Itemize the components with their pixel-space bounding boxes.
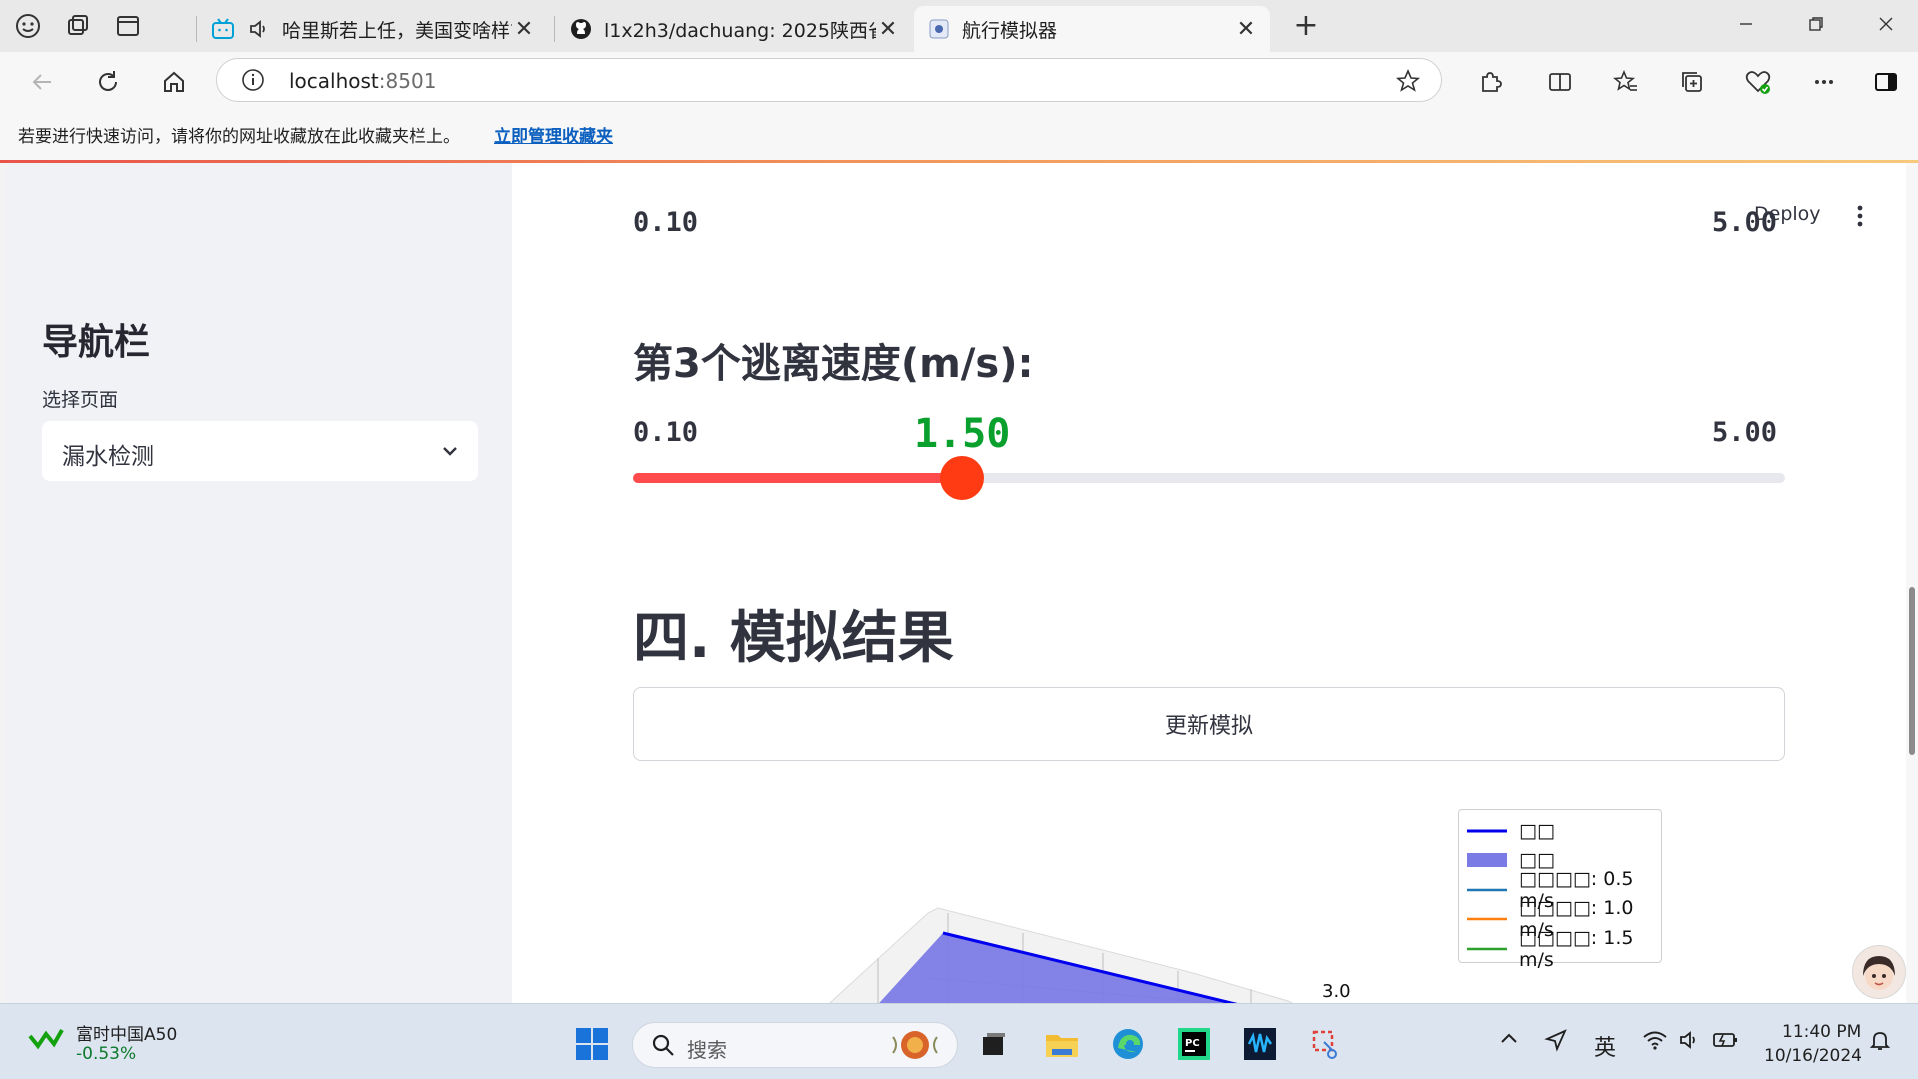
battery-icon[interactable]	[1712, 1028, 1740, 1058]
legend-item: □□□□: 1.5 m/s	[1467, 927, 1653, 971]
split-screen-icon[interactable]	[1540, 62, 1580, 102]
tab-title: l1x2h3/dachuang: 2025陕西省大创	[604, 19, 876, 42]
extensions-icon[interactable]	[1470, 62, 1510, 102]
search-icon	[651, 1033, 675, 1061]
address-bar[interactable]: localhost:8501	[216, 58, 1442, 102]
stock-widget-name[interactable]: 富时中国A50	[76, 1020, 177, 1045]
search-placeholder: 搜索	[687, 1038, 727, 1062]
page-select[interactable]: 漏水检测	[42, 421, 478, 481]
search-highlight-icon	[887, 1027, 947, 1067]
close-tab-icon[interactable]: ✕	[876, 17, 900, 42]
legend-item: □□	[1467, 816, 1653, 846]
profile-icon[interactable]	[14, 12, 42, 40]
browser-titlebar: 哈里斯若上任，美国变啥样? ✕ l1x2h3/dachuang: 2025陕西省…	[0, 0, 1918, 52]
page-select-value: 漏水检测	[62, 444, 154, 470]
bilibili-icon	[210, 16, 236, 42]
plot-legend: □□ □□ □□□□: 0.5 m/s □□□□: 1.0 m/s □□□□: …	[1458, 809, 1662, 971]
minimize-icon[interactable]	[1716, 8, 1776, 44]
restore-icon[interactable]	[1786, 8, 1846, 44]
manage-favorites-link[interactable]: 立即管理收藏夹	[494, 122, 613, 147]
escape-speed-3-label: 第3个逃离速度(m/s):	[633, 341, 1034, 387]
sidebar-toggle-icon[interactable]	[1866, 62, 1906, 102]
prev-slider-min: 0.10	[633, 207, 699, 238]
close-tab-icon[interactable]: ✕	[512, 17, 536, 42]
slider-max: 5.00	[1712, 417, 1778, 448]
speaker-icon[interactable]	[246, 16, 272, 42]
clock-time[interactable]: 11:40 PM	[1782, 1022, 1861, 1042]
edge-browser-icon[interactable]	[1108, 1024, 1148, 1064]
legend-label: □□	[1519, 819, 1555, 842]
scrollbar-thumb[interactable]	[1909, 587, 1915, 755]
streamlit-favicon-icon	[926, 16, 952, 42]
app-sidebar: 导航栏 选择页面 漏水检测	[6, 163, 512, 1003]
slider-thumb[interactable]	[940, 456, 985, 500]
audio-app-icon[interactable]	[1240, 1024, 1280, 1064]
windows-taskbar: 富时中国A50 -0.53% 搜索 PC 英 11:40 PM 10/16/20…	[0, 1003, 1918, 1079]
tab-bilibili[interactable]: 哈里斯若上任，美国变啥样? ✕	[198, 6, 548, 52]
tab-simulator[interactable]: 航行模拟器 ✕	[914, 6, 1270, 52]
workspaces-icon[interactable]	[64, 12, 92, 40]
prev-slider-max: 5.00	[1712, 207, 1778, 238]
start-icon[interactable]	[572, 1024, 612, 1064]
results-heading: 四. 模拟结果	[633, 606, 954, 671]
legend-line-swatch	[1467, 888, 1507, 891]
tab-title: 航行模拟器	[962, 19, 1058, 42]
new-tab-button[interactable]: +	[1276, 8, 1336, 44]
home-icon[interactable]	[154, 62, 194, 102]
favorites-bar: 若要进行快速访问，请将你的网址收藏放在此收藏夹栏上。 立即管理收藏夹	[0, 108, 1918, 160]
more-options-icon[interactable]	[1804, 62, 1844, 102]
wifi-icon[interactable]	[1642, 1028, 1668, 1058]
slider-current-value: 1.50	[913, 411, 1011, 457]
input-method-indicator[interactable]: 英	[1594, 1030, 1616, 1062]
task-view-icon[interactable]	[974, 1024, 1014, 1064]
chevron-down-icon[interactable]	[440, 441, 460, 465]
chevron-up-icon[interactable]	[1498, 1028, 1520, 1056]
assistant-avatar[interactable]	[1852, 945, 1906, 999]
legend-label: □□□□: 1.5 m/s	[1519, 926, 1634, 971]
refresh-icon[interactable]	[88, 62, 128, 102]
url-text: localhost:8501	[289, 69, 437, 93]
favorites-icon[interactable]	[1606, 62, 1646, 102]
github-icon	[568, 16, 594, 42]
escape-speed-3-slider[interactable]	[633, 456, 1785, 500]
location-icon[interactable]	[1544, 1028, 1568, 1058]
snipping-tool-icon[interactable]	[1306, 1024, 1346, 1064]
clock-date[interactable]: 10/16/2024	[1764, 1046, 1862, 1066]
svg-text:PC: PC	[1185, 1038, 1200, 1049]
legend-line-swatch	[1467, 947, 1507, 950]
tab-title: 哈里斯若上任，美国变啥样?	[282, 19, 512, 42]
pycharm-icon[interactable]: PC	[1174, 1024, 1214, 1064]
favorite-star-icon[interactable]	[1395, 68, 1421, 98]
file-explorer-icon[interactable]	[1042, 1024, 1082, 1064]
page-scrollbar[interactable]	[1906, 163, 1918, 1003]
stock-widget-change: -0.53%	[76, 1044, 137, 1064]
favorites-hint: 若要进行快速访问，请将你的网址收藏放在此收藏夹栏上。	[18, 127, 460, 147]
legend-line-swatch	[1467, 918, 1507, 921]
browser-essentials-icon[interactable]	[1738, 62, 1778, 102]
volume-icon[interactable]	[1678, 1028, 1702, 1058]
site-info-icon[interactable]	[241, 68, 265, 96]
notification-bell-icon[interactable]	[1868, 1028, 1892, 1058]
close-tab-icon[interactable]: ✕	[1234, 17, 1258, 42]
close-window-icon[interactable]	[1856, 8, 1916, 44]
browser-toolbar: localhost:8501	[0, 52, 1918, 108]
slider-fill	[633, 473, 963, 483]
collections-icon[interactable]	[1672, 62, 1712, 102]
slider-min: 0.10	[633, 417, 699, 448]
legend-line-swatch	[1467, 829, 1507, 833]
update-simulation-button[interactable]: 更新模拟	[633, 687, 1785, 761]
legend-patch-swatch	[1467, 853, 1507, 868]
taskbar-search[interactable]: 搜索	[632, 1022, 958, 1068]
tab-github[interactable]: l1x2h3/dachuang: 2025陕西省大创 ✕	[556, 6, 912, 52]
tab-actions-icon[interactable]	[114, 12, 142, 40]
page-select-label: 选择页面	[42, 389, 119, 411]
app-main: Deploy 0.10 5.00 第3个逃离速度(m/s): 1.50 0.10…	[512, 163, 1912, 1003]
sidebar-title: 导航栏	[42, 322, 151, 363]
plot-tick-label: 3.0	[1322, 981, 1351, 1002]
back-arrow-icon[interactable]	[22, 62, 62, 102]
stock-widget-icon[interactable]	[28, 1024, 64, 1058]
main-menu-icon[interactable]	[1852, 203, 1868, 233]
